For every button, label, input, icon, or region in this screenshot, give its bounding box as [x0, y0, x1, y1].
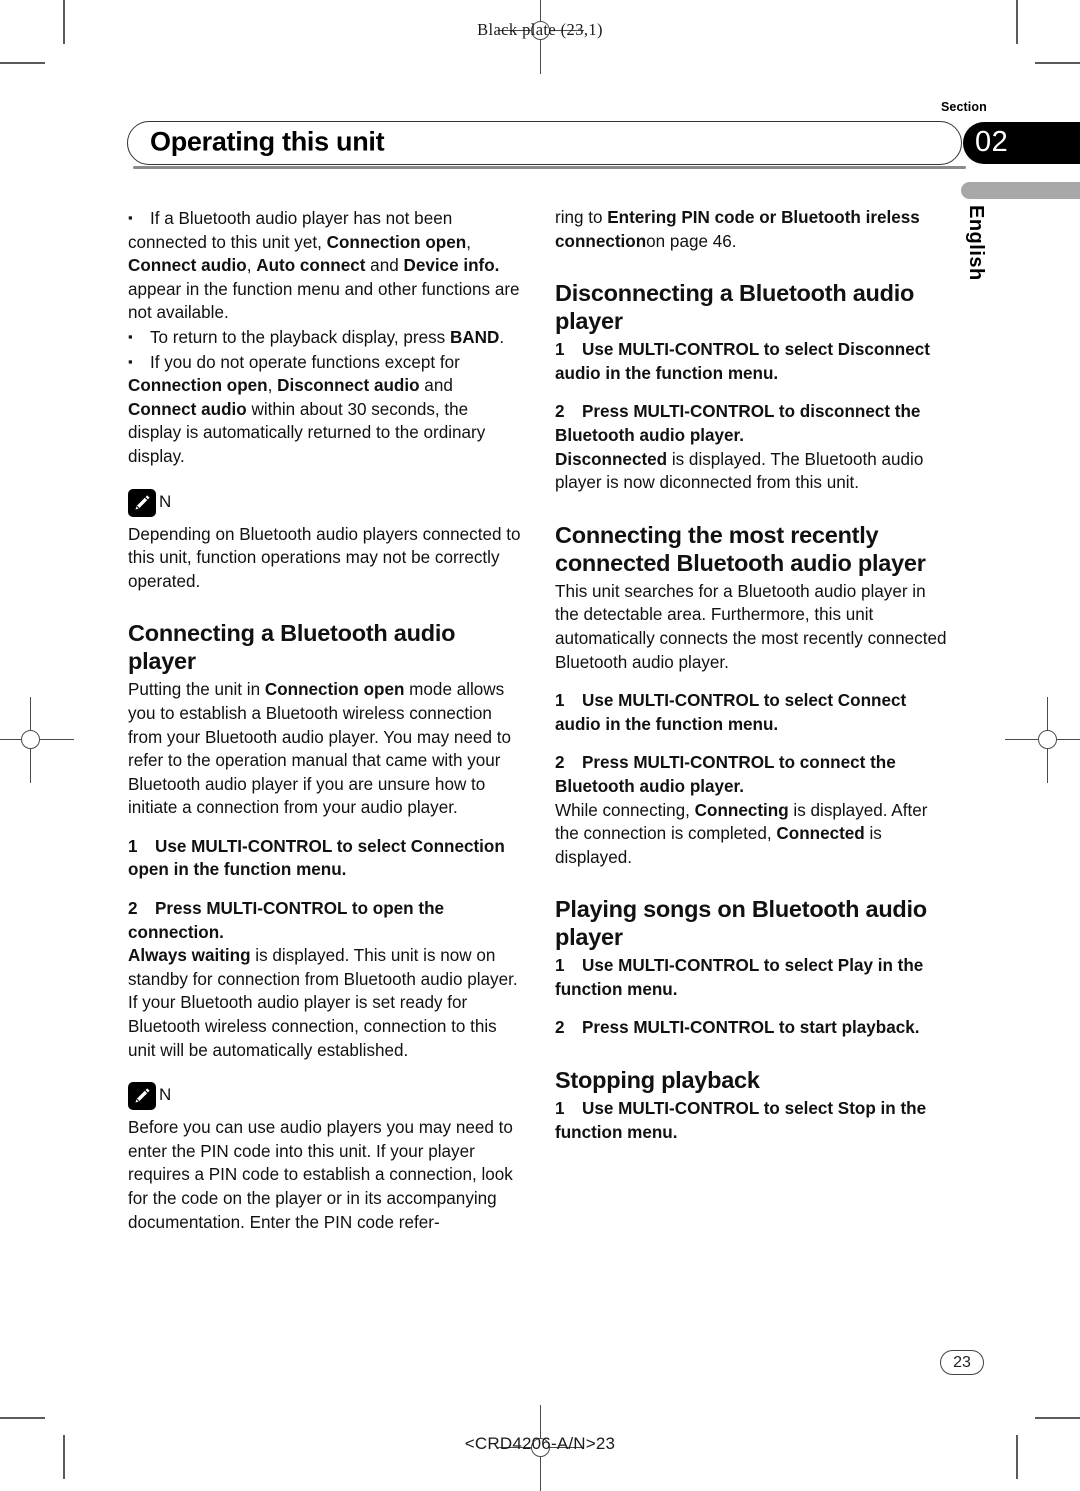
right-column: ring to Entering PIN code or Bluetooth i… [555, 206, 949, 1144]
section-label: Section [941, 100, 987, 114]
step-body: Always waiting is displayed. This unit i… [128, 946, 518, 989]
step-body: Disconnected is displayed. The Bluetooth… [555, 449, 924, 493]
note-label: N [159, 1085, 172, 1105]
note-pencil-icon [128, 1082, 156, 1111]
intro-paragraph: This unit searches for a Bluetooth audio… [555, 581, 947, 672]
note-block-header: N [128, 488, 522, 523]
step-item: 2 Press MULTI-CONTROL to open the connect… [128, 899, 445, 942]
section-number: 02 [975, 125, 1009, 158]
plate-note: Black plate (23,1) [477, 20, 603, 39]
step-item: 1 Use MULTI-CONTROL to select Disconnect … [555, 340, 930, 383]
left-column: If a Bluetooth audio player has not been… [128, 206, 522, 1234]
registration-mark-left [0, 697, 74, 783]
step-item: 1 Use MULTI-CONTROL to select Play in the… [555, 956, 924, 999]
heading-connecting-most-recently-connected: Connecting the most recently connected B… [555, 521, 926, 576]
page-title: Operating this unit [150, 126, 385, 157]
heading-stopping-playback: Stopping playback [555, 1067, 760, 1094]
page-title-pill: Operating this unit [127, 121, 962, 165]
section-number-badge: 02 [963, 122, 1080, 164]
crop-mark-bottom-right-h [1035, 1417, 1080, 1419]
step-item: 1 Use MULTI-CONTROL to select Stop in the… [555, 1099, 927, 1142]
note-body: Before you can use audio players you may… [128, 1118, 513, 1232]
step-body: If your Bluetooth audio player is set re… [128, 993, 497, 1060]
note-block-header: N [128, 1082, 522, 1116]
step-item: 2 Press MULTI-CONTROL to disconnect the B… [555, 402, 921, 445]
step-item: 2 Press MULTI-CONTROL to start playback. [555, 1018, 920, 1038]
language-tab-label: English [965, 205, 987, 281]
continuation-paragraph: ring to Entering PIN code or Bluetooth i… [555, 208, 920, 251]
footer-code: <CRD4206-A/N>23 [464, 1434, 616, 1453]
crop-mark-bottom-left-h [0, 1417, 45, 1419]
step-item: 1 Use MULTI-CONTROL to select Connect aud… [555, 691, 907, 734]
note-body: Depending on Bluetooth audio players con… [128, 524, 521, 591]
page-number-badge: 23 [940, 1350, 984, 1375]
note-label: N [159, 491, 172, 511]
heading-disconnecting-bluetooth-audio-player: Disconnecting a Bluetooth audio player [555, 280, 915, 335]
step-body: While connecting, Connecting is displaye… [555, 800, 928, 867]
bullet-item: To return to the playback display, press… [128, 325, 522, 350]
bullet-item: If a Bluetooth audio player has not been… [128, 206, 522, 325]
intro-paragraph: Putting the unit in Connection open mode… [128, 680, 511, 818]
language-tab-bar [961, 182, 1080, 199]
step-item: 1 Use MULTI-CONTROL to select Connection … [128, 836, 505, 880]
registration-mark-right [1005, 697, 1080, 783]
heading-playing-songs: Playing songs on Bluetooth audio player [555, 896, 927, 951]
heading-connecting-bluetooth-audio-player: Connecting a Bluetooth audio player [128, 620, 456, 675]
bullet-item: If you do not operate functions except f… [128, 350, 522, 469]
note-pencil-icon [128, 488, 156, 517]
page-title-shadow [133, 166, 966, 169]
crop-mark-top-left-h [0, 62, 45, 64]
step-item: 2 Press MULTI-CONTROL to connect the Blue… [555, 753, 896, 796]
crop-mark-top-right-h [1035, 62, 1080, 64]
